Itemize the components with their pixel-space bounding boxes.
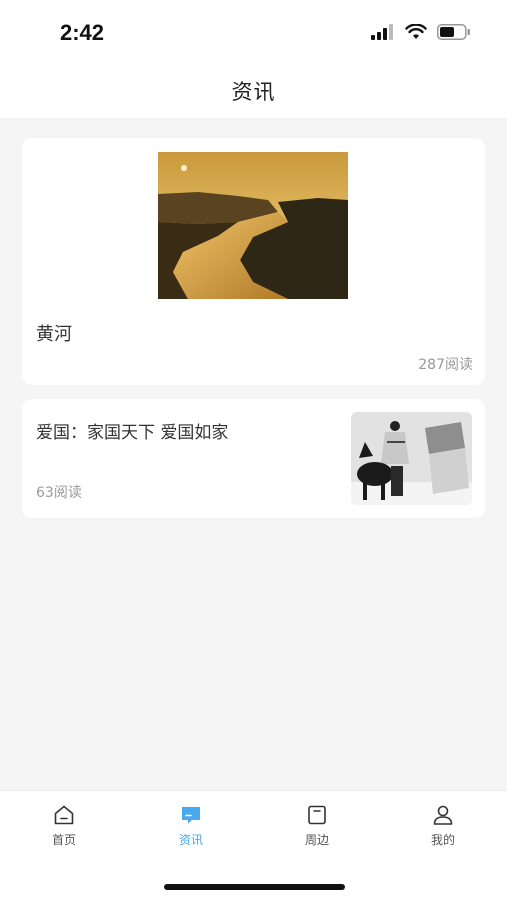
tab-label: 资讯 [178, 833, 203, 847]
tab-nearby[interactable]: 周边 [277, 803, 357, 853]
article-thumbnail-image [351, 412, 472, 505]
article-title: 爱国：家国天下 爱国如家 [36, 423, 229, 443]
article-cover-image [158, 152, 348, 299]
article-read-count: 287阅读 [418, 357, 473, 373]
square-icon [308, 805, 326, 825]
page-title: 资讯 [231, 80, 276, 104]
tab-label: 首页 [51, 833, 76, 847]
status-time: 2:42 [60, 20, 105, 45]
nav-bar: 资讯 [0, 64, 507, 118]
cellular-signal-icon [371, 24, 393, 40]
status-bar: 2:42 [0, 0, 507, 64]
status-icons [371, 24, 471, 40]
tab-home[interactable]: 首页 [24, 803, 104, 853]
message-icon [182, 807, 200, 824]
article-card[interactable]: 爱国：家国天下 爱国如家 63阅读 [22, 399, 485, 518]
user-icon [433, 805, 453, 825]
tab-profile[interactable]: 我的 [403, 803, 483, 853]
article-card[interactable]: 黄河 287阅读 [22, 138, 485, 385]
home-indicator[interactable] [164, 884, 345, 890]
home-icon [54, 805, 74, 825]
article-read-count: 63阅读 [36, 485, 82, 501]
battery-icon [437, 24, 470, 40]
wifi-icon [405, 24, 427, 39]
tab-label: 周边 [304, 833, 329, 847]
tab-news[interactable]: 资讯 [151, 803, 231, 853]
article-title: 黄河 [36, 324, 72, 345]
tab-label: 我的 [430, 833, 455, 847]
